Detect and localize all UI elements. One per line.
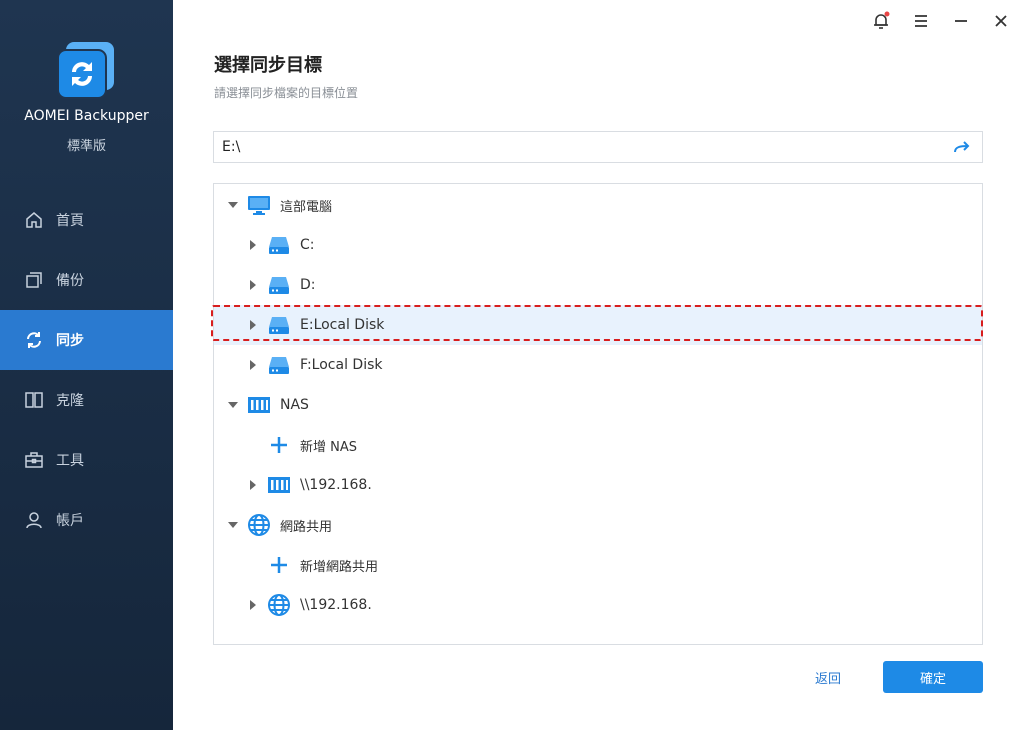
home-icon [24,210,44,230]
back-link[interactable]: 返回 [815,668,841,687]
add-network-share-label: 新增網路共用 [300,559,379,575]
tree-label-nas: NAS [280,397,309,413]
tree-row-drive-c[interactable]: C: [214,225,982,265]
globe-icon [247,513,271,537]
disk-drive-icon [267,313,291,337]
sidebar-item-label: 克隆 [56,393,84,409]
tree-label-network-item: \\192.168. [300,597,372,613]
tree-row-network-item[interactable]: \\192.168. [214,585,982,625]
sidebar-item-label: 同步 [56,333,84,349]
go-arrow-icon[interactable] [952,138,972,158]
path-bar [213,131,983,163]
nas-icon [247,393,271,417]
tree-label-network-share: 網路共用 [280,519,333,535]
sidebar-item-label: 首頁 [56,213,84,229]
expanded-caret-icon[interactable] [227,519,239,531]
tree-row-nas-item[interactable]: \\192.168. [214,465,982,505]
menu-icon[interactable] [910,10,932,32]
account-icon [24,510,44,530]
collapsed-caret-icon[interactable] [247,319,259,331]
tree-row-computer[interactable]: 這部電腦 [214,185,982,225]
app-name: AOMEI Backupper [24,108,149,124]
add-nas-button[interactable]: 新增 NAS [214,425,982,465]
sidebar-item-backup[interactable]: 備份 [0,250,173,310]
sidebar-nav: 首頁 備份 同步 克隆 工具 帳戶 [0,190,173,550]
disk-drive-icon [267,273,291,297]
collapsed-caret-icon[interactable] [247,239,259,251]
tree-label-nas-item: \\192.168. [300,477,372,493]
tree-label-computer: 這部電腦 [280,199,333,215]
destination-tree: 這部電腦 C: D: E:Local Disk F:Local Disk NAS… [211,183,983,645]
sidebar-item-home[interactable]: 首頁 [0,190,173,250]
collapsed-caret-icon[interactable] [247,599,259,611]
add-network-share-button[interactable]: 新增網路共用 [214,545,982,585]
clone-icon [24,390,44,410]
computer-icon [247,193,271,217]
tree-label-drive: C: [300,237,315,253]
disk-drive-icon [267,233,291,257]
app-logo-icon [56,40,116,100]
expanded-caret-icon[interactable] [227,399,239,411]
sidebar-item-clone[interactable]: 克隆 [0,370,173,430]
tree-row-drive-f[interactable]: F:Local Disk [214,345,982,385]
notification-bell-icon[interactable] [870,10,892,32]
sidebar-item-label: 備份 [56,273,84,289]
sidebar-item-label: 工具 [56,453,84,469]
disk-drive-icon [267,353,291,377]
minimize-icon[interactable] [950,10,972,32]
tools-icon [24,450,44,470]
backup-icon [24,270,44,290]
collapsed-caret-icon[interactable] [247,479,259,491]
confirm-button[interactable]: 確定 [883,661,983,693]
tree-row-drive-d[interactable]: D: [214,265,982,305]
expanded-caret-icon[interactable] [227,199,239,211]
page-title: 選擇同步目標 [214,55,322,76]
tree-label-drive: F:Local Disk [300,357,383,373]
collapsed-caret-icon[interactable] [247,359,259,371]
collapsed-caret-icon[interactable] [247,279,259,291]
sidebar: AOMEI Backupper 標準版 首頁 備份 同步 克隆 工具 帳戶 [0,0,173,730]
globe-icon [267,593,291,617]
sync-icon [24,330,44,350]
app-edition: 標準版 [66,139,106,154]
sidebar-item-sync[interactable]: 同步 [0,310,173,370]
nas-icon [267,473,291,497]
sidebar-item-tools[interactable]: 工具 [0,430,173,490]
plus-icon [267,433,291,457]
plus-icon [267,553,291,577]
page-subtitle: 請選擇同步檔案的目標位置 [214,86,359,100]
tree-row-network-share[interactable]: 網路共用 [214,505,982,545]
sidebar-item-account[interactable]: 帳戶 [0,490,173,550]
tree-row-drive-e[interactable]: E:Local Disk [214,305,982,345]
add-nas-label: 新增 NAS [300,439,358,455]
sidebar-item-label: 帳戶 [56,513,84,529]
close-icon[interactable] [990,10,1012,32]
tree-label-drive: E:Local Disk [300,317,385,333]
tree-row-nas[interactable]: NAS [214,385,982,425]
tree-label-drive: D: [300,277,316,293]
path-input[interactable] [222,138,922,156]
